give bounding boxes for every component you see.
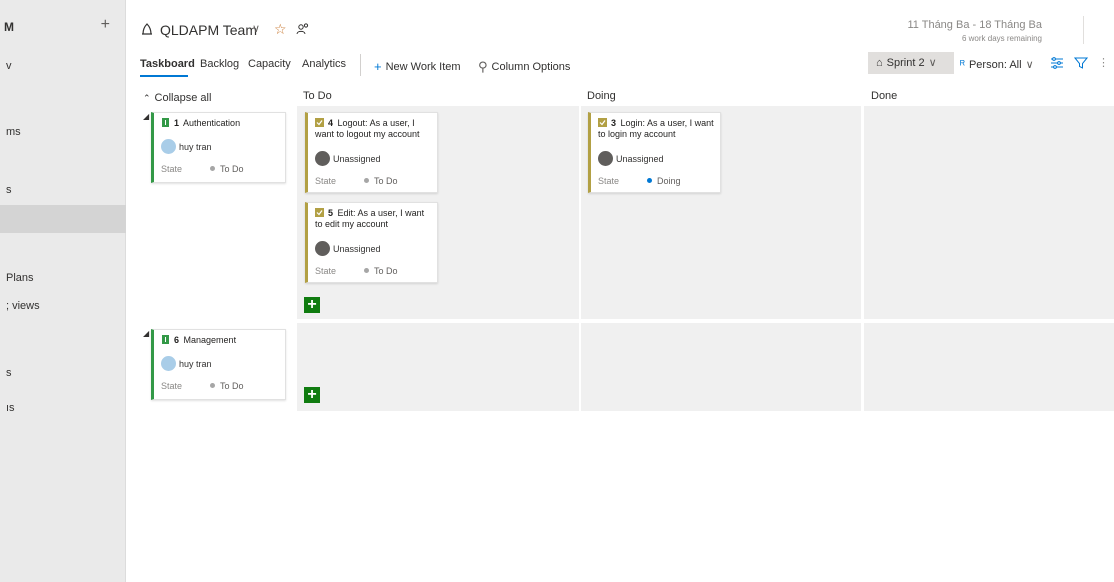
plus-icon: +	[374, 59, 382, 74]
column-header-doing: Doing	[587, 90, 616, 102]
project-initial: M	[4, 20, 14, 34]
card-title: 5 Edit: As a user, I want to edit my acc…	[315, 208, 425, 229]
new-work-item-button[interactable]: + New Work Item	[374, 58, 461, 74]
sidebar-item-analytics-views[interactable]: ; views	[0, 292, 126, 320]
card-state-value[interactable]: To Do	[364, 266, 398, 276]
avatar	[161, 356, 176, 371]
card-assignee[interactable]: Unassigned	[598, 151, 664, 167]
checkbox-icon	[315, 118, 324, 127]
tab-capacity[interactable]: Capacity	[248, 58, 291, 70]
column-header-done: Done	[871, 90, 898, 102]
chevron-down-icon: ∨	[928, 57, 937, 69]
checkbox-icon	[315, 208, 324, 217]
sidebar-item-backlogs[interactable]: s	[0, 176, 126, 204]
filter-icon[interactable]	[1074, 56, 1088, 70]
state-dot-icon	[364, 268, 369, 273]
sprint-icon: ⌂	[876, 57, 883, 69]
column-options-button[interactable]: ⚲ Column Options	[478, 58, 570, 74]
sidebar-item-work-items[interactable]: ms	[0, 118, 126, 146]
sprint-selector[interactable]: ⌂ Sprint 2 ∨	[868, 52, 954, 74]
board-toolbar: Taskboard Backlog Capacity Analytics + Ne…	[126, 50, 1114, 78]
collapse-all-button[interactable]: ⌃ Collapse all	[143, 92, 211, 104]
card-state-value[interactable]: To Do	[210, 381, 244, 391]
state-dot-icon	[364, 178, 369, 183]
column-header-todo: To Do	[303, 90, 332, 102]
trophy-icon	[162, 335, 169, 344]
avatar	[161, 139, 176, 154]
add-task-button[interactable]: +	[304, 297, 320, 313]
lane-row2-doing	[581, 323, 861, 411]
card-state-value[interactable]: To Do	[364, 176, 398, 186]
lane-row2-done	[864, 323, 1114, 411]
sprint-icon	[142, 23, 152, 35]
sidebar-header: M +	[0, 16, 126, 38]
page-header: QLDAPM Team ∨ ☆ 11 Tháng Ba - 18 Tháng B…	[126, 0, 1114, 46]
sidebar-item-delivery-plans[interactable]: Plans	[0, 264, 126, 292]
state-dot-icon	[210, 166, 215, 171]
sidebar-item-test-plans[interactable]: s	[0, 359, 126, 387]
card-title: 3 Login: As a user, I want to login my a…	[598, 118, 714, 139]
card-state-label: State	[315, 176, 337, 186]
add-task-button[interactable]: +	[304, 387, 320, 403]
active-tab-indicator	[140, 75, 188, 77]
task-card-3[interactable]: 3 Login: As a user, I want to login my a…	[588, 112, 721, 193]
state-dot-icon	[210, 383, 215, 388]
parent-card-management[interactable]: 6 Management huy tran State To Do	[151, 329, 286, 400]
task-card-5[interactable]: 5 Edit: As a user, I want to edit my acc…	[305, 202, 438, 283]
header-divider	[1083, 16, 1084, 44]
task-card-4[interactable]: 4 Logout: As a user, I want to logout my…	[305, 112, 438, 193]
sprint-remaining-days: 6 work days remaining	[961, 34, 1042, 43]
card-assignee[interactable]: huy tran	[161, 356, 212, 372]
lane-row2-todo	[297, 323, 579, 411]
row-collapse-icon[interactable]: ◢	[143, 112, 149, 121]
toolbar-divider	[360, 54, 361, 76]
board-settings-icon[interactable]	[1050, 56, 1064, 70]
team-members-icon[interactable]	[296, 22, 310, 36]
parent-card-authentication[interactable]: 1 Authentication huy tran State To Do	[151, 112, 286, 183]
team-name[interactable]: QLDAPM Team	[160, 22, 257, 38]
card-state-value[interactable]: To Do	[210, 164, 244, 174]
card-state-label: State	[315, 266, 337, 276]
chevron-down-icon[interactable]: ∨	[252, 22, 260, 35]
add-icon[interactable]: +	[101, 16, 110, 34]
sprint-dates: 11 Tháng Ba - 18 Tháng Ba	[907, 19, 1042, 31]
tab-analytics[interactable]: Analytics	[302, 58, 346, 70]
card-title: 4 Logout: As a user, I want to logout my…	[315, 118, 420, 139]
card-state-value[interactable]: Doing	[647, 176, 681, 186]
card-state-label: State	[161, 381, 183, 391]
trophy-icon	[162, 118, 169, 127]
sidebar-item-overview[interactable]: v	[0, 52, 126, 80]
left-navigation: M + v ms s Plans ; views s ıs	[0, 0, 126, 582]
card-title: 1 Authentication	[161, 118, 279, 129]
checkbox-icon	[598, 118, 607, 127]
more-options-icon[interactable]: ⋮	[1098, 56, 1109, 69]
row-collapse-icon[interactable]: ◢	[143, 329, 149, 338]
person-filter[interactable]: ᴿ Person: All ∨	[960, 58, 1034, 71]
tab-taskboard[interactable]: Taskboard	[140, 58, 195, 70]
chevron-down-icon: ∨	[1025, 59, 1034, 71]
avatar	[598, 151, 613, 166]
card-assignee[interactable]: Unassigned	[315, 241, 381, 257]
card-title: 6 Management	[161, 335, 279, 346]
wrench-icon: ⚲	[478, 59, 488, 74]
card-assignee[interactable]: Unassigned	[315, 151, 381, 167]
card-state-label: State	[598, 176, 620, 186]
collapse-icon: ⌃	[143, 93, 151, 103]
lane-row1-done	[864, 106, 1114, 319]
state-dot-icon	[647, 178, 652, 183]
favorite-star-icon[interactable]: ☆	[274, 21, 287, 38]
sidebar-item-sprints[interactable]	[0, 205, 126, 233]
card-state-label: State	[161, 164, 183, 174]
avatar	[315, 151, 330, 166]
avatar	[315, 241, 330, 256]
tab-backlog[interactable]: Backlog	[200, 58, 239, 70]
card-assignee[interactable]: huy tran	[161, 139, 212, 155]
person-icon: ᴿ	[960, 59, 965, 71]
sidebar-item-artifacts[interactable]: ıs	[0, 394, 126, 422]
